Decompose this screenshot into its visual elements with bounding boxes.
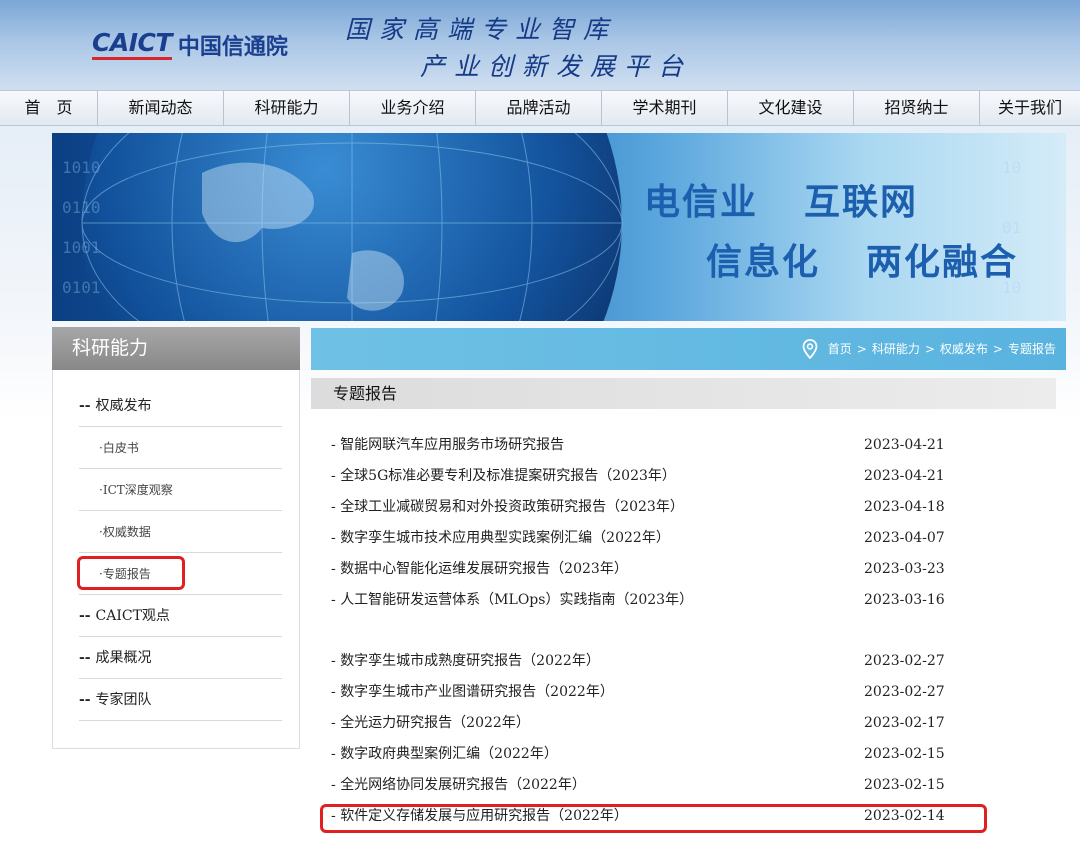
report-title[interactable]: 全球5G标准必要专利及标准提案研究报告（2023年） — [331, 461, 676, 492]
section-title: 专题报告 — [311, 378, 1056, 409]
slogan-line-2: 产业创新发展平台 — [420, 52, 693, 81]
sidebar-item-authoritative-release[interactable]: 权威发布 — [79, 385, 282, 427]
report-title[interactable]: 人工智能研发运营体系（MLOps）实践指南（2023年） — [331, 585, 693, 616]
breadcrumb-bar: 首页 > 科研能力 > 权威发布 > 专题报告 — [311, 328, 1066, 370]
nav-about[interactable]: 关于我们 — [980, 91, 1080, 125]
sidebar-item-achievements[interactable]: 成果概况 — [79, 637, 282, 679]
report-date: 2023-04-07 — [864, 530, 945, 546]
breadcrumb-separator: > — [856, 341, 867, 356]
sidebar-item-caict-views[interactable]: CAICT观点 — [79, 595, 282, 637]
breadcrumb-home[interactable]: 首页 — [828, 326, 852, 373]
banner-text-integration: 两化融合 — [866, 242, 1019, 283]
report-title[interactable]: 数字孪生城市成熟度研究报告（2022年） — [331, 646, 600, 677]
report-row[interactable]: 全球5G标准必要专利及标准提案研究报告（2023年） 2023-04-21 — [331, 461, 971, 492]
svg-text:1001: 1001 — [62, 238, 101, 257]
svg-text:1010: 1010 — [62, 158, 101, 177]
sidebar-menu: 权威发布 白皮书 ICT深度观察 权威数据 专题报告 CAICT观点 成果概况 … — [79, 385, 282, 721]
logo-text-en: CAICT — [92, 30, 172, 60]
report-title[interactable]: 全光网络协同发展研究报告（2022年） — [331, 770, 586, 801]
nav-home[interactable]: 首 页 — [0, 91, 98, 125]
sidebar: 科研能力 权威发布 白皮书 ICT深度观察 权威数据 专题报告 CAICT观点 … — [52, 327, 300, 749]
breadcrumb-research[interactable]: 科研能力 — [872, 326, 920, 373]
banner-text-telecom: 电信业 — [644, 182, 759, 223]
report-date: 2023-03-23 — [864, 561, 945, 577]
nav-culture[interactable]: 文化建设 — [728, 91, 854, 125]
breadcrumb-current[interactable]: 专题报告 — [1008, 326, 1056, 373]
report-title[interactable]: 数据中心智能化运维发展研究报告（2023年） — [331, 554, 628, 585]
breadcrumb-separator: > — [992, 341, 1003, 356]
report-title[interactable]: 全光运力研究报告（2022年） — [331, 708, 530, 739]
report-date: 2023-04-18 — [864, 499, 945, 515]
globe-illustration: 10100110 10010101 100110 — [62, 133, 1021, 321]
banner-text-informatization: 信息化 — [706, 242, 821, 283]
svg-text:0101: 0101 — [62, 278, 101, 297]
sidebar-item-expert-team[interactable]: 专家团队 — [79, 679, 282, 721]
nav-business[interactable]: 业务介绍 — [350, 91, 476, 125]
report-date: 2023-04-21 — [864, 437, 945, 453]
report-row[interactable]: 智能网联汽车应用服务市场研究报告 2023-04-21 — [331, 430, 971, 461]
svg-text:10: 10 — [1002, 158, 1021, 177]
report-date: 2023-04-21 — [864, 468, 945, 484]
logo-text-cn: 中国信通院 — [177, 35, 288, 60]
nav-research[interactable]: 科研能力 — [224, 91, 350, 125]
report-row[interactable]: 人工智能研发运营体系（MLOps）实践指南（2023年） 2023-03-16 — [331, 585, 971, 616]
nav-brand-events[interactable]: 品牌活动 — [476, 91, 602, 125]
report-title[interactable]: 数字孪生城市产业图谱研究报告（2022年） — [331, 677, 614, 708]
nav-journals[interactable]: 学术期刊 — [602, 91, 728, 125]
report-title[interactable]: 全球工业减碳贸易和对外投资政策研究报告（2023年） — [331, 492, 684, 523]
report-date: 2023-02-15 — [864, 746, 945, 762]
report-date: 2023-02-27 — [864, 653, 945, 669]
breadcrumb: 首页 > 科研能力 > 权威发布 > 专题报告 — [802, 328, 1056, 370]
report-title[interactable]: 数字孪生城市技术应用典型实践案例汇编（2022年） — [331, 523, 670, 554]
slogan-line-1: 国家高端专业智库 — [345, 15, 618, 44]
report-list: 智能网联汽车应用服务市场研究报告 2023-04-21 全球5G标准必要专利及标准… — [331, 430, 971, 832]
svg-text:0110: 0110 — [62, 198, 101, 217]
report-date: 2023-03-16 — [864, 592, 945, 608]
location-pin-icon — [802, 339, 818, 359]
report-date: 2023-02-15 — [864, 777, 945, 793]
site-header: CAICT 中国信通院 国家高端专业智库 产业创新发展平台 — [0, 0, 1080, 90]
banner-text-internet: 互联网 — [804, 182, 919, 223]
sidebar-item-white-papers[interactable]: 白皮书 — [79, 427, 282, 469]
nav-news[interactable]: 新闻动态 — [98, 91, 224, 125]
report-row[interactable]: 数字孪生城市产业图谱研究报告（2022年） 2023-02-27 — [331, 677, 971, 708]
highlight-box-special-reports — [77, 556, 185, 590]
report-date: 2023-02-27 — [864, 684, 945, 700]
report-row[interactable]: 数字孪生城市技术应用典型实践案例汇编（2022年） 2023-04-07 — [331, 523, 971, 554]
breadcrumb-separator: > — [924, 341, 935, 356]
sidebar-item-ict-insight[interactable]: ICT深度观察 — [79, 469, 282, 511]
report-row[interactable]: 全光运力研究报告（2022年） 2023-02-17 — [331, 708, 971, 739]
report-title[interactable]: 智能网联汽车应用服务市场研究报告 — [331, 430, 564, 461]
caict-logo[interactable]: CAICT 中国信通院 — [92, 28, 288, 62]
report-row[interactable]: 数字孪生城市成熟度研究报告（2022年） 2023-02-27 — [331, 646, 971, 677]
sidebar-title: 科研能力 — [52, 327, 300, 370]
breadcrumb-release[interactable]: 权威发布 — [940, 326, 988, 373]
report-row[interactable]: 全光网络协同发展研究报告（2022年） 2023-02-15 — [331, 770, 971, 801]
report-row[interactable]: 数字政府典型案例汇编（2022年） 2023-02-15 — [331, 739, 971, 770]
hero-banner: 1010 0110 1001 0101 10 01 10 电信业 互联网 信息化 两化融… — [52, 133, 1066, 321]
report-date: 2023-02-17 — [864, 715, 945, 731]
report-row[interactable]: 全球工业减碳贸易和对外投资政策研究报告（2023年） 2023-04-18 — [331, 492, 971, 523]
highlight-box-report — [320, 804, 987, 833]
report-title[interactable]: 数字政府典型案例汇编（2022年） — [331, 739, 558, 770]
report-row[interactable]: 数据中心智能化运维发展研究报告（2023年） 2023-03-23 — [331, 554, 971, 585]
nav-careers[interactable]: 招贤纳士 — [854, 91, 980, 125]
sidebar-item-authoritative-data[interactable]: 权威数据 — [79, 511, 282, 553]
main-nav: 首 页 新闻动态 科研能力 业务介绍 品牌活动 学术期刊 文化建设 招贤纳士 关… — [0, 90, 1080, 126]
